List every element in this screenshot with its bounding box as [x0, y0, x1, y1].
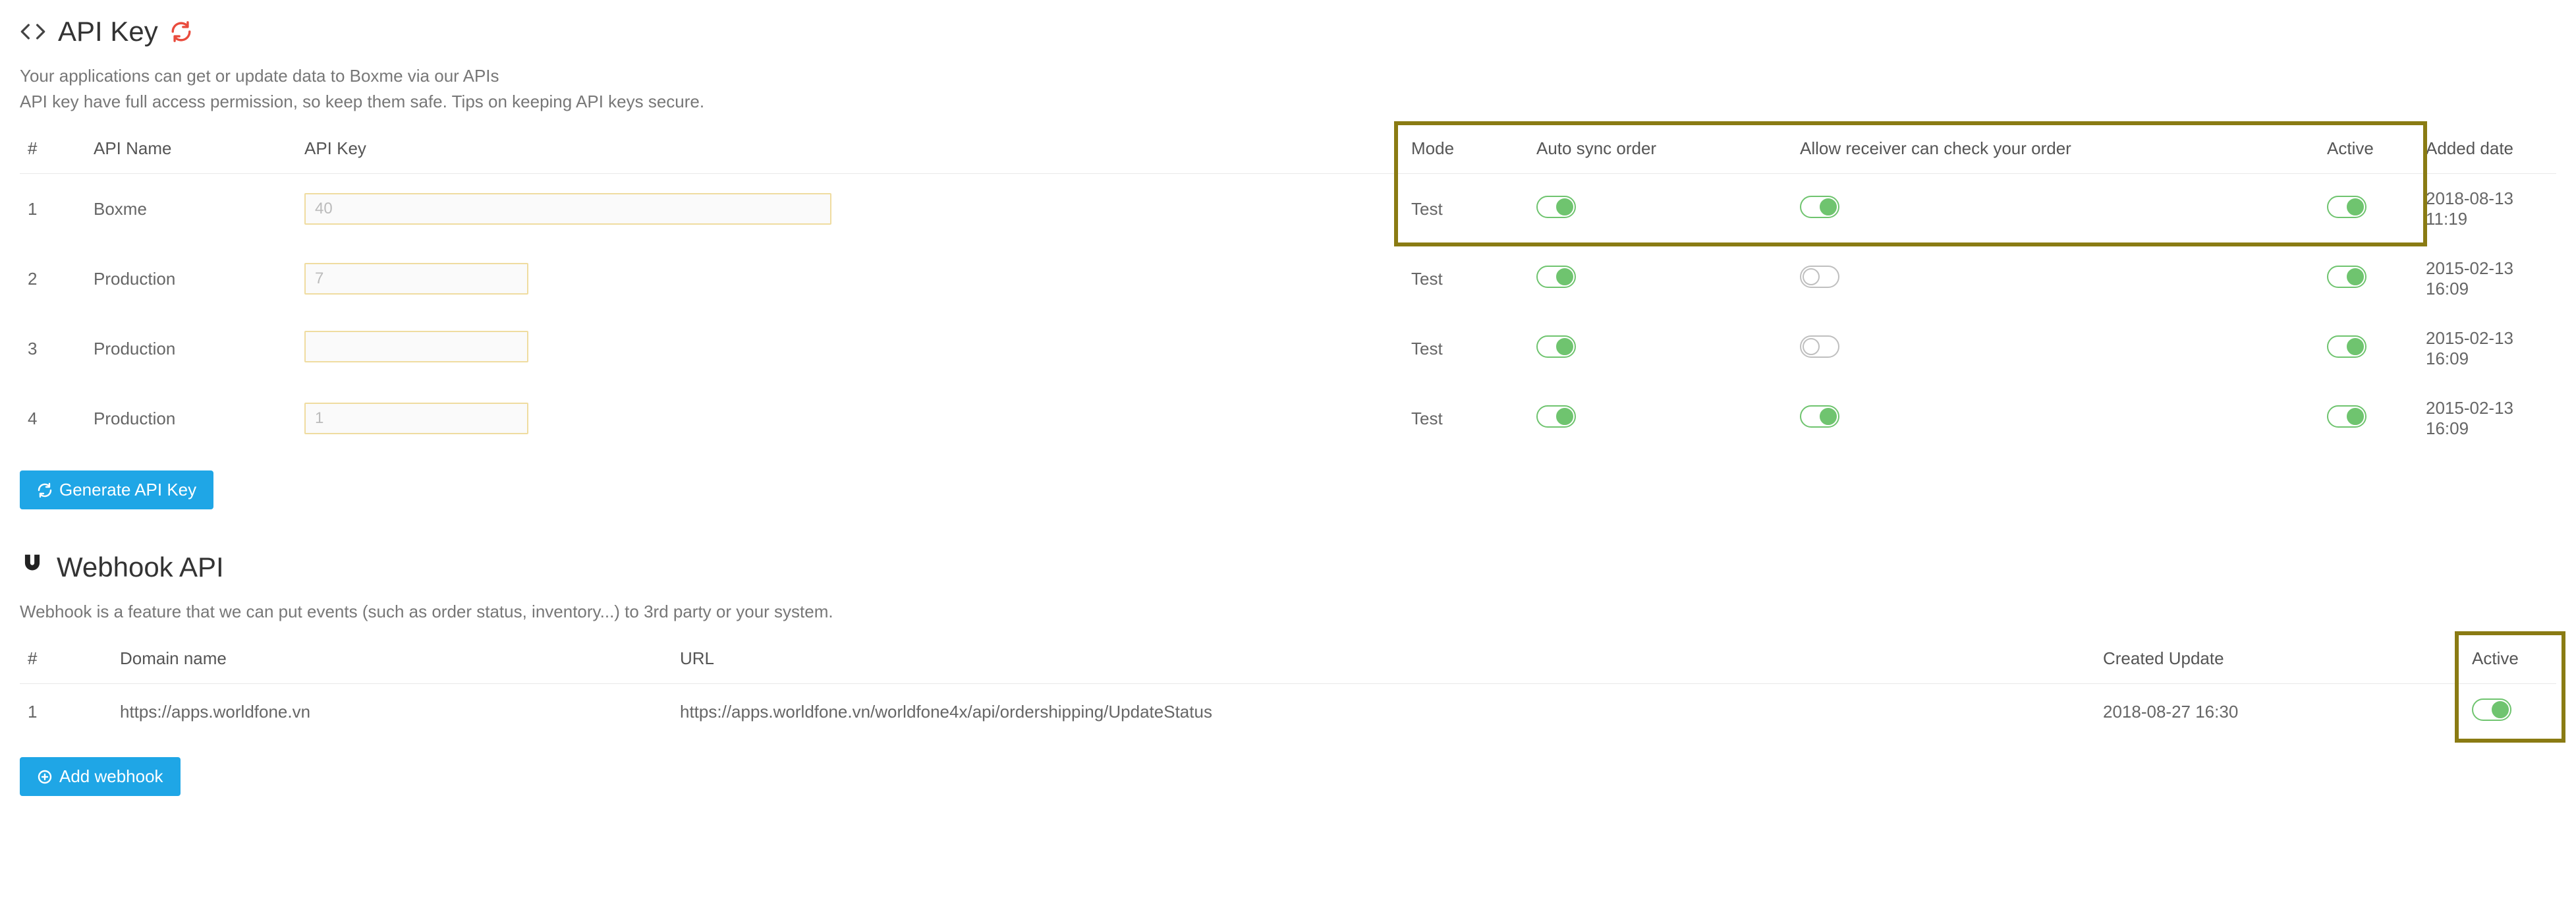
- webhook-section-title: Webhook API: [20, 552, 2556, 583]
- allow-receiver-toggle[interactable]: [1800, 335, 1839, 358]
- wcell-active: [2464, 684, 2556, 741]
- code-icon: [20, 18, 46, 45]
- api-key-field[interactable]: 1: [304, 403, 528, 434]
- api-key-field[interactable]: 7: [304, 263, 528, 295]
- webhook-table-header: # Domain name URL Created Update Active: [20, 634, 2556, 684]
- cell-mode: Test: [1403, 384, 1528, 453]
- col-allow: Allow receiver can check your order: [1792, 124, 2319, 174]
- cell-key: 7: [296, 244, 1403, 314]
- cell-date: 2015-02-13 16:09: [2418, 244, 2556, 314]
- webhook-table: # Domain name URL Created Update Active …: [20, 634, 2556, 740]
- auto-sync-toggle[interactable]: [1536, 266, 1576, 288]
- api-key-section-title: API Key: [20, 16, 2556, 47]
- add-webhook-button[interactable]: Add webhook: [20, 757, 181, 796]
- api-key-table-header: # API Name API Key Mode Auto sync order …: [20, 124, 2556, 174]
- wcell-created: 2018-08-27 16:30: [2095, 684, 2464, 741]
- wcol-domain: Domain name: [112, 634, 672, 684]
- cell-active: [2319, 384, 2418, 453]
- cell-name: Production: [86, 244, 296, 314]
- cell-allow: [1792, 244, 2319, 314]
- cell-auto: [1528, 244, 1792, 314]
- cell-name: Production: [86, 314, 296, 384]
- cell-mode: Test: [1403, 314, 1528, 384]
- webhook-active-toggle[interactable]: [2472, 698, 2511, 721]
- cell-mode: Test: [1403, 174, 1528, 244]
- cell-allow: [1792, 174, 2319, 244]
- col-auto: Auto sync order: [1528, 124, 1792, 174]
- cell-key: 1: [296, 384, 1403, 453]
- allow-receiver-toggle[interactable]: [1800, 405, 1839, 428]
- active-toggle[interactable]: [2327, 266, 2366, 288]
- cell-key: [296, 314, 1403, 384]
- api-key-desc-2: API key have full access permission, so …: [20, 92, 2556, 112]
- active-toggle[interactable]: [2327, 196, 2366, 218]
- cell-allow: [1792, 314, 2319, 384]
- wcol-url: URL: [672, 634, 2095, 684]
- webhook-desc: Webhook is a feature that we can put eve…: [20, 602, 2556, 622]
- cell-mode: Test: [1403, 244, 1528, 314]
- refresh-icon[interactable]: [170, 20, 192, 43]
- cell-active: [2319, 314, 2418, 384]
- cell-index: 4: [20, 384, 86, 453]
- cell-name: Production: [86, 384, 296, 453]
- col-index: #: [20, 124, 86, 174]
- api-key-field[interactable]: [304, 331, 528, 362]
- wcol-created: Created Update: [2095, 634, 2464, 684]
- wcell-domain: https://apps.worldfone.vn: [112, 684, 672, 741]
- wcell-index: 1: [20, 684, 112, 741]
- table-row: 3Production Test 2015-02-13 16:09: [20, 314, 2556, 384]
- cell-active: [2319, 244, 2418, 314]
- generate-api-key-button[interactable]: Generate API Key: [20, 470, 213, 509]
- allow-receiver-toggle[interactable]: [1800, 266, 1839, 288]
- table-row: 4Production 1 Test 2015-02-13 16:09: [20, 384, 2556, 453]
- cell-key: 40: [296, 174, 1403, 244]
- col-key: API Key: [296, 124, 1403, 174]
- active-toggle[interactable]: [2327, 405, 2366, 428]
- cell-auto: [1528, 384, 1792, 453]
- wcol-index: #: [20, 634, 112, 684]
- cell-date: 2015-02-13 16:09: [2418, 384, 2556, 453]
- cell-index: 3: [20, 314, 86, 384]
- wcell-url: https://apps.worldfone.vn/worldfone4x/ap…: [672, 684, 2095, 741]
- api-key-title-text: API Key: [58, 16, 158, 47]
- plus-circle-icon: [37, 769, 53, 785]
- col-name: API Name: [86, 124, 296, 174]
- auto-sync-toggle[interactable]: [1536, 196, 1576, 218]
- cell-date: 2018-08-13 11:19: [2418, 174, 2556, 244]
- api-key-table: # API Name API Key Mode Auto sync order …: [20, 124, 2556, 453]
- col-date: Added date: [2418, 124, 2556, 174]
- cell-index: 2: [20, 244, 86, 314]
- table-row: 1Boxme40 Test 2018-08-13 11:19: [20, 174, 2556, 244]
- cell-active: [2319, 174, 2418, 244]
- cell-date: 2015-02-13 16:09: [2418, 314, 2556, 384]
- col-active: Active: [2319, 124, 2418, 174]
- auto-sync-toggle[interactable]: [1536, 405, 1576, 428]
- cell-index: 1: [20, 174, 86, 244]
- cell-auto: [1528, 174, 1792, 244]
- api-key-desc-1: Your applications can get or update data…: [20, 66, 2556, 86]
- sync-icon: [37, 482, 53, 498]
- api-key-tips-link[interactable]: Tips on keeping API keys secure.: [452, 92, 704, 111]
- cell-auto: [1528, 314, 1792, 384]
- table-row: 1https://apps.worldfone.vnhttps://apps.w…: [20, 684, 2556, 741]
- magnet-icon: [20, 552, 45, 583]
- table-row: 2Production7 Test 2015-02-13 16:09: [20, 244, 2556, 314]
- cell-allow: [1792, 384, 2319, 453]
- active-toggle[interactable]: [2327, 335, 2366, 358]
- wcol-active: Active: [2464, 634, 2556, 684]
- cell-name: Boxme: [86, 174, 296, 244]
- col-mode: Mode: [1403, 124, 1528, 174]
- api-key-field[interactable]: 40: [304, 193, 831, 225]
- webhook-title-text: Webhook API: [57, 552, 224, 583]
- auto-sync-toggle[interactable]: [1536, 335, 1576, 358]
- allow-receiver-toggle[interactable]: [1800, 196, 1839, 218]
